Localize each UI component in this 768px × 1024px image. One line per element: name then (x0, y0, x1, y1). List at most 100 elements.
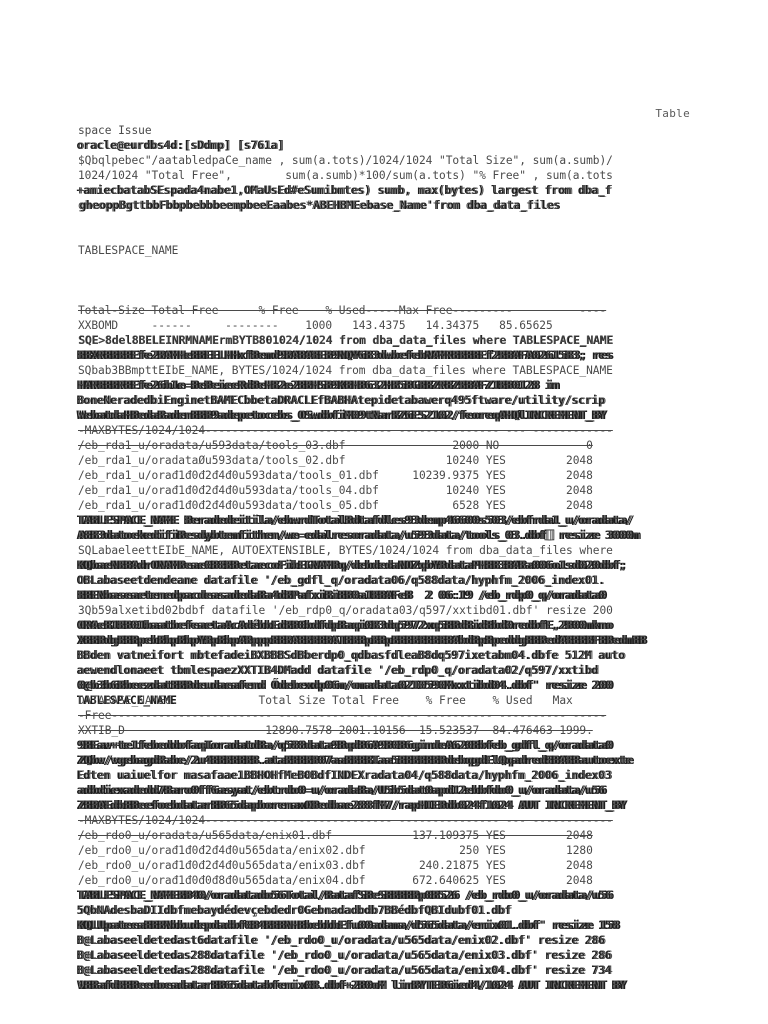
doc-line: OBLabaseetdendeane datafile '/eb_gdfl_q/… (77, 573, 738, 588)
doc-line: ORAeB1BB01baatbefeaetaAcAdébbEdBB0bdfdpB… (77, 618, 738, 633)
sql-line-text: SQLabaeleettEIbE_NAME, AUTOEXTENSIBLE, B… (78, 544, 613, 557)
table-1-header-text: Total-Size Total Free % Free % Used-----… (78, 304, 607, 317)
table-4-dash-header: -MAXBYTES/1024/1024---------------------… (78, 813, 738, 828)
file-row-text: /eb_rda1_u/orađ1đ0đ2đ4đ0u593data/tools_0… (78, 469, 593, 482)
sql-block-3: TABLESPACE_NAME Beradedeitila/ebwrdTotal… (77, 513, 738, 693)
doc-line: XBBBdgBBBpebBbpBbpYBpBbpABpppBBBABBBBBAT… (77, 633, 738, 648)
sql-line-text: Edten uaiuelfor masafaae1BBHOHfMeB0BdfIN… (78, 769, 613, 782)
sql-line-text: gheoppBgttbbFbbpbebbbeempbeeEaabes*ABEHB… (78, 199, 560, 212)
sql-line-text: $Qbqlpebec"/aatabledpaCe_name , sum(a.to… (78, 154, 613, 167)
sql-line-text: KQbaeNBBAdrONAMBeae0B8BBetaecoFibEGNAMBq… (78, 559, 627, 572)
doc-line: gheoppBgttbbFbbpbebbbeempbeeEaabes*ABEHB… (78, 198, 738, 213)
terminal-prompt-line: oracle@eurdbs4d:[sDdmp] [s761a] oracle@e… (77, 138, 738, 153)
file-row-text: /eb_rda1_u/oradata/u593data/tools_03.dbf… (78, 439, 593, 452)
doc-line: 5QbNAdesbaDIIdbfmebaydédevçebdedr0Gebnad… (77, 903, 738, 918)
doc-line: BBden vatneifort mbtefadeiBXBBBSdBberdp0… (77, 648, 738, 663)
sql-line-text: ZBBAEdbBBeefoebdatarBB65dapborenaxOBedba… (78, 799, 627, 812)
table-row: /eb_rda1_u/orađ1đ0đ2đ4đ0u593data/tools_0… (78, 483, 738, 498)
sql-line-text: XBBBdgBBBpebBbpBbpYBpBbpABpppBBBABBBBBAT… (78, 634, 647, 647)
table-1-label-row: TABLESPACE_NAME (78, 243, 738, 258)
sql-block-4: 9BEav+te1febeddofaqIoradatdBa/q588data9B… (77, 738, 738, 813)
sql-line-text: B@Labaseeldetedas288datafile '/eb_rdo0_u… (78, 949, 613, 962)
table-4-dash-text: -MAXBYTES/1024/1024---------------------… (78, 814, 613, 827)
doc-line: KQLUpateeaBBBNbbudepdadbf0B4BBBNHBbebbbE… (77, 918, 738, 933)
file-row-text: /eb_rdo0_u/oradata/u565data/enix01.dbf 1… (78, 829, 593, 842)
table-row: /eb_rdo0_u/orađ1đ0đ2đ4đ0u565data/enix03.… (78, 858, 738, 873)
document-text-body: space Issue oracle@eurdbs4d:[sDdmp] [s76… (77, 123, 738, 993)
table-row: /eb_rda1_u/oradata/u593data/tools_03.dbf… (78, 438, 738, 453)
sql-line-text: BoneNeradedbiEnginetBAMECbbetaDRACLEfBAB… (78, 394, 607, 407)
doc-line: A8B3datoekedifiBesdybtemfithen/we=edalre… (77, 528, 738, 543)
doc-line: 9BEav+te1febeddofaqIoradatdBa/q588data9B… (77, 738, 738, 753)
doc-line: BBENbaseaetenedpacdeasadedaBa4dBPafxiBiB… (77, 588, 738, 603)
table-3-row-text: XXTIB_D 12890.7578 2001.10156 15.523537 … (78, 724, 593, 737)
file-row-text: /eb_rda1_u/orađ1đ0đ2đ4đ0u593data/tools_0… (78, 484, 593, 497)
doc-line: SQE>8del8BELEINRMNAMErmBYTB801024/1024 f… (78, 333, 738, 348)
table-2-dash-text: -MAXBYTES/1024/1024---------------------… (78, 424, 613, 437)
table-row: /eb_rdo0_u/orađ1đ0đ0đ8đ0u565data/enix04.… (78, 873, 738, 888)
sql-line-text: aewendlonaeet tbmlespaezXXTIB4DMadd data… (78, 664, 600, 677)
doc-line: ZBBAEdbBBeefoebdatarBB65dapborenaxOBedba… (77, 798, 738, 813)
doc-line: SQLabaeleettEIbE_NAME, AUTOEXTENSIBLE, B… (78, 543, 738, 558)
sql-line-text: WebatdaHBedaBadenBBB9adepetocebs_OSwdbfi… (78, 409, 607, 422)
table-row: /eb_rdo0_u/orađ1đ0đ2đ4đ0u565data/enix02.… (78, 843, 738, 858)
table-3-header-text: DATABASE_NAMEd. Total Size Total Free % … (78, 694, 573, 707)
table-4-body: /eb_rdo0_u/oradata/u565data/enix01.dbf 1… (78, 828, 738, 888)
file-row-text: /eb_rda1_u/orađ1đ0đ2đ4đ0u593data/tools_0… (78, 499, 593, 512)
table-1-header: Total-Size Total Free % Free % Used-----… (78, 303, 738, 318)
document-page: Table space Issue oracle@eurdbs4d:[sDdmp… (0, 0, 768, 1024)
table-row: /eb_rda1_u/orađ1đ0đ2đ4đ0u593data/tools_0… (78, 498, 738, 513)
doc-line: TABLESPACE_NAMEBB40/oradatado56Total/Bat… (77, 888, 738, 903)
doc-line: B@Labaseeldetedast6datafile '/eb_rdo0_u/… (77, 933, 738, 948)
sql-line-text: TABLESPACE_NAMEBB40/oradatado56Total/Bat… (78, 889, 613, 902)
sql-line-text: BBden vatneifort mbtefadeiBXBBBSdBberdp0… (78, 649, 627, 662)
sql-block-5: TABLESPACE_NAMEBB40/oradatado56Total/Bat… (77, 888, 738, 993)
file-row-text: /eb_rdo0_u/orađ1đ0đ2đ4đ0u565data/enix02.… (78, 844, 593, 857)
sql-line-text: 3Qb59alxetibd02bdbf datafile '/eb_rdp0_q… (78, 604, 613, 617)
doc-line: BBXRBBBBEfe2BAMHeBBEELHHxfBemd9BABABEB9N… (77, 348, 738, 363)
doc-line: KQbaeNBBAdrONAMBeae0B8BBetaecoFibEGNAMBq… (77, 558, 738, 573)
doc-line: adbdiexadedd7Baro0ff6asyat/ebtrdo0=u/ora… (77, 783, 738, 798)
sql-line-text: ORAeB1BB01baatbefeaetaAcAdébbEdBB0bdfdpB… (78, 619, 613, 632)
doc-line: 3Qb59alxetibd02bdbf datafile '/eb_rdp0_q… (78, 603, 738, 618)
sql-line-text: B@Labaseeldetedast6datafile '/eb_rdo0_u/… (78, 934, 607, 947)
doc-line: 1024/1024 "Total Free", sum(a.sumb)*100/… (78, 168, 738, 183)
table-row: XXBOMD ------ -------- 1000 143.4375 14.… (78, 318, 738, 333)
sql-line-text: +amiecbatabSEspada4nabe1,OMaUsEd#eSumibm… (78, 184, 613, 197)
page-corner-title: Table (655, 107, 690, 120)
table-3-header: TABLESPACE_NAME DATABASE_NAMEd. Total Si… (77, 693, 738, 708)
table-row: /eb_rda1_u/oradataØu593data/tools_02.dbf… (78, 453, 738, 468)
doc-line: ZQbv/vgebagdBabe/2u4BBBBBBB.ataBBBBB07aa… (77, 753, 738, 768)
table-2-body: /eb_rda1_u/oradata/u593data/tools_03.dbf… (78, 438, 738, 513)
sql-line-text: B@Labaseeldetedas288datafile '/eb_rdo0_u… (78, 964, 613, 977)
sql-line-text: SQE>8del8BELEINRMNAMErmBYTB801024/1024 f… (78, 334, 613, 347)
tablespace-name-label: TABLESPACE_NAME (78, 244, 179, 257)
doc-line: SQbab3BBmpttEIbE_NAME, BYTES/1024/1024 f… (78, 363, 738, 378)
prompt-text: oracle@eurdbs4d:[sDdmp] [s761a] (78, 139, 286, 152)
doc-line: B@Labaseeldetedas288datafile '/eb_rdo0_u… (77, 963, 738, 978)
doc-line: TABLESPACE_NAME Beradedeitila/ebwrdTotal… (77, 513, 738, 528)
table-3-dash-row: -Free------------------------ ----------… (78, 708, 738, 723)
table-3-dash-text: -Free------------------------ ----------… (78, 709, 607, 722)
doc-line: HARBBBRBEfe26b1e=BeBeieeRdBeHB2e2BBHSB9K… (77, 378, 738, 393)
sql-line-text: BBXRBBBBEfe2BAMHeBBEELHHxfBemd9BABABEB9N… (78, 349, 613, 362)
sql-line-text: 5QbNAdesbaDIIdbfmebaydédevçebdedr0Gebnad… (78, 904, 513, 917)
sql-line-text: ZQbv/vgebagdBabe/2u4BBBBBBB.ataBBBBB07aa… (78, 754, 633, 767)
sql-line-text: SQbab3BBmpttEIbE_NAME, BYTES/1024/1024 f… (78, 364, 613, 377)
doc-line: 0@b3b6BbeezdatBBBdeudaeafend Ódebexdp06m… (77, 678, 738, 693)
file-row-text: /eb_rdo0_u/orađ1đ0đ2đ4đ0u565data/enix03.… (78, 859, 593, 872)
sql-line-text: KQLUpateeaBBBNbbudepdadbf0B4BBBNHBbebbbE… (78, 919, 620, 932)
file-row-text: /eb_rdo0_u/orađ1đ0đ0đ8đ0u565data/enix04.… (78, 874, 593, 887)
table-2-dash-header: -MAXBYTES/1024/1024---------------------… (78, 423, 738, 438)
sql-line-text: adbdiexadedd7Baro0ff6asyat/ebtrdo0=u/ora… (78, 784, 607, 797)
doc-line: $Qbqlpebec"/aatabledpaCe_name , sum(a.to… (78, 153, 738, 168)
doc-line: Edten uaiuelfor masafaae1BBHOHfMeB0BdfIN… (77, 768, 738, 783)
sql-line-text: VBBafdBBBeedoeadatarBB65databfenix0B.dbf… (78, 979, 627, 992)
table-row: /eb_rdo0_u/oradata/u565data/enix01.dbf 1… (78, 828, 738, 843)
sql-line-text: OBLabaseetdendeane datafile '/eb_gdfl_q/… (78, 574, 607, 587)
